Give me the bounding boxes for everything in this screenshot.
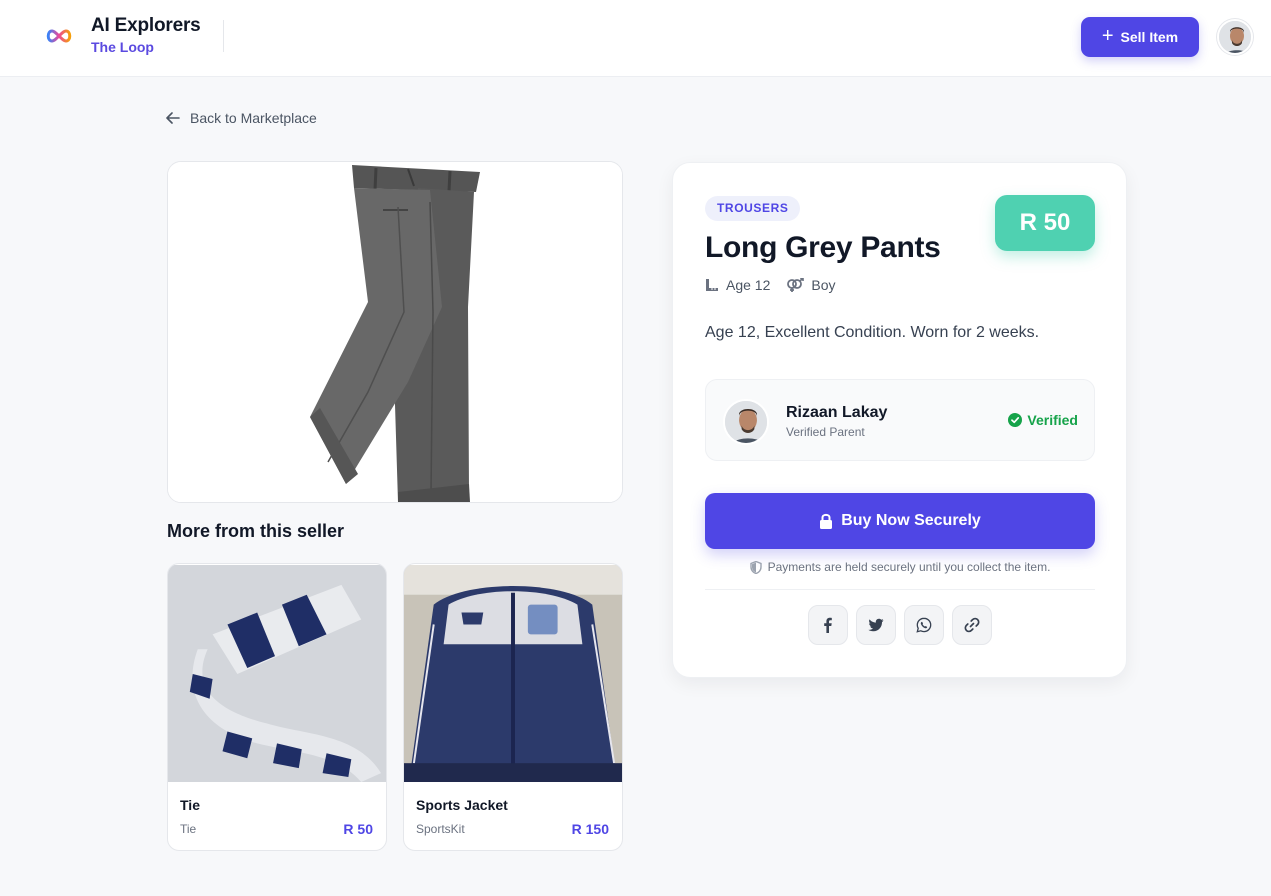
shield-icon xyxy=(749,560,762,574)
item-category: Tie xyxy=(180,822,197,836)
share-facebook-button[interactable] xyxy=(808,605,848,645)
share-twitter-button[interactable] xyxy=(856,605,896,645)
grey-pants-photo xyxy=(168,162,622,502)
seller-card[interactable]: Rizaan Lakay Verified Parent Verified xyxy=(705,379,1095,461)
brand-subtitle: The Loop xyxy=(91,39,154,55)
item-name: Tie xyxy=(180,797,200,813)
link-icon xyxy=(964,617,980,633)
venus-mars-icon xyxy=(787,278,805,292)
seller-portrait-icon xyxy=(725,401,767,443)
check-circle-icon xyxy=(1008,413,1023,427)
brand-title: AI Explorers xyxy=(91,15,201,36)
item-price: R 50 xyxy=(343,821,373,837)
item-category: SportsKit xyxy=(416,822,465,836)
buy-now-button[interactable]: Buy Now Securely xyxy=(705,493,1095,549)
infinity-logo-icon[interactable] xyxy=(44,26,74,46)
back-label: Back to Marketplace xyxy=(190,110,317,126)
item-name: Sports Jacket xyxy=(416,797,508,813)
header-divider xyxy=(223,20,224,52)
share-whatsapp-button[interactable] xyxy=(904,605,944,645)
secure-payment-note: Payments are held securely until you col… xyxy=(705,560,1095,574)
secure-note-text: Payments are held securely until you col… xyxy=(767,560,1051,574)
product-meta: Age 12 Boy xyxy=(705,277,836,293)
seller-avatar[interactable] xyxy=(723,399,769,445)
product-image[interactable] xyxy=(167,161,623,503)
lock-icon xyxy=(820,513,833,529)
price-badge: R 50 xyxy=(995,195,1095,251)
tie-photo xyxy=(168,564,386,783)
arrow-left-icon xyxy=(166,112,180,124)
more-from-seller-heading: More from this seller xyxy=(167,521,345,541)
seller-item-card[interactable]: Tie Tie R 50 xyxy=(167,563,387,851)
top-bar: AI Explorers The Loop + Sell Item xyxy=(0,0,1271,77)
product-title: Long Grey Pants xyxy=(705,231,941,264)
age-meta: Age 12 xyxy=(705,277,770,293)
product-detail-card: TROUSERS R 50 Long Grey Pants Age 12 Boy… xyxy=(672,162,1127,678)
brand[interactable]: AI Explorers The Loop xyxy=(91,15,201,55)
back-to-marketplace-link[interactable]: Back to Marketplace xyxy=(166,110,317,126)
facebook-icon xyxy=(824,617,832,633)
age-label: Age 12 xyxy=(726,277,771,293)
verified-badge: Verified xyxy=(1008,412,1078,428)
category-tag: TROUSERS xyxy=(705,196,801,221)
avatar-portrait-icon xyxy=(1219,21,1251,53)
ruler-icon xyxy=(706,279,718,291)
verified-label: Verified xyxy=(1027,412,1078,428)
buy-now-label: Buy Now Securely xyxy=(841,512,981,529)
gender-label: Boy xyxy=(811,277,836,293)
seller-role: Verified Parent xyxy=(786,425,865,439)
share-buttons xyxy=(808,605,992,645)
item-price: R 150 xyxy=(571,821,609,837)
sell-item-label: Sell Item xyxy=(1120,29,1179,45)
product-description: Age 12, Excellent Condition. Worn for 2 … xyxy=(705,324,1040,341)
divider xyxy=(705,589,1095,590)
sell-item-button[interactable]: + Sell Item xyxy=(1081,17,1199,57)
sports-jacket-photo xyxy=(404,564,622,783)
seller-name: Rizaan Lakay xyxy=(786,404,888,421)
twitter-icon xyxy=(868,618,884,632)
plus-icon: + xyxy=(1101,25,1114,47)
seller-item-card[interactable]: Sports Jacket SportsKit R 150 xyxy=(403,563,623,851)
user-avatar[interactable] xyxy=(1217,19,1253,55)
copy-link-button[interactable] xyxy=(952,605,992,645)
whatsapp-icon xyxy=(916,617,932,633)
gender-meta: Boy xyxy=(786,277,836,293)
